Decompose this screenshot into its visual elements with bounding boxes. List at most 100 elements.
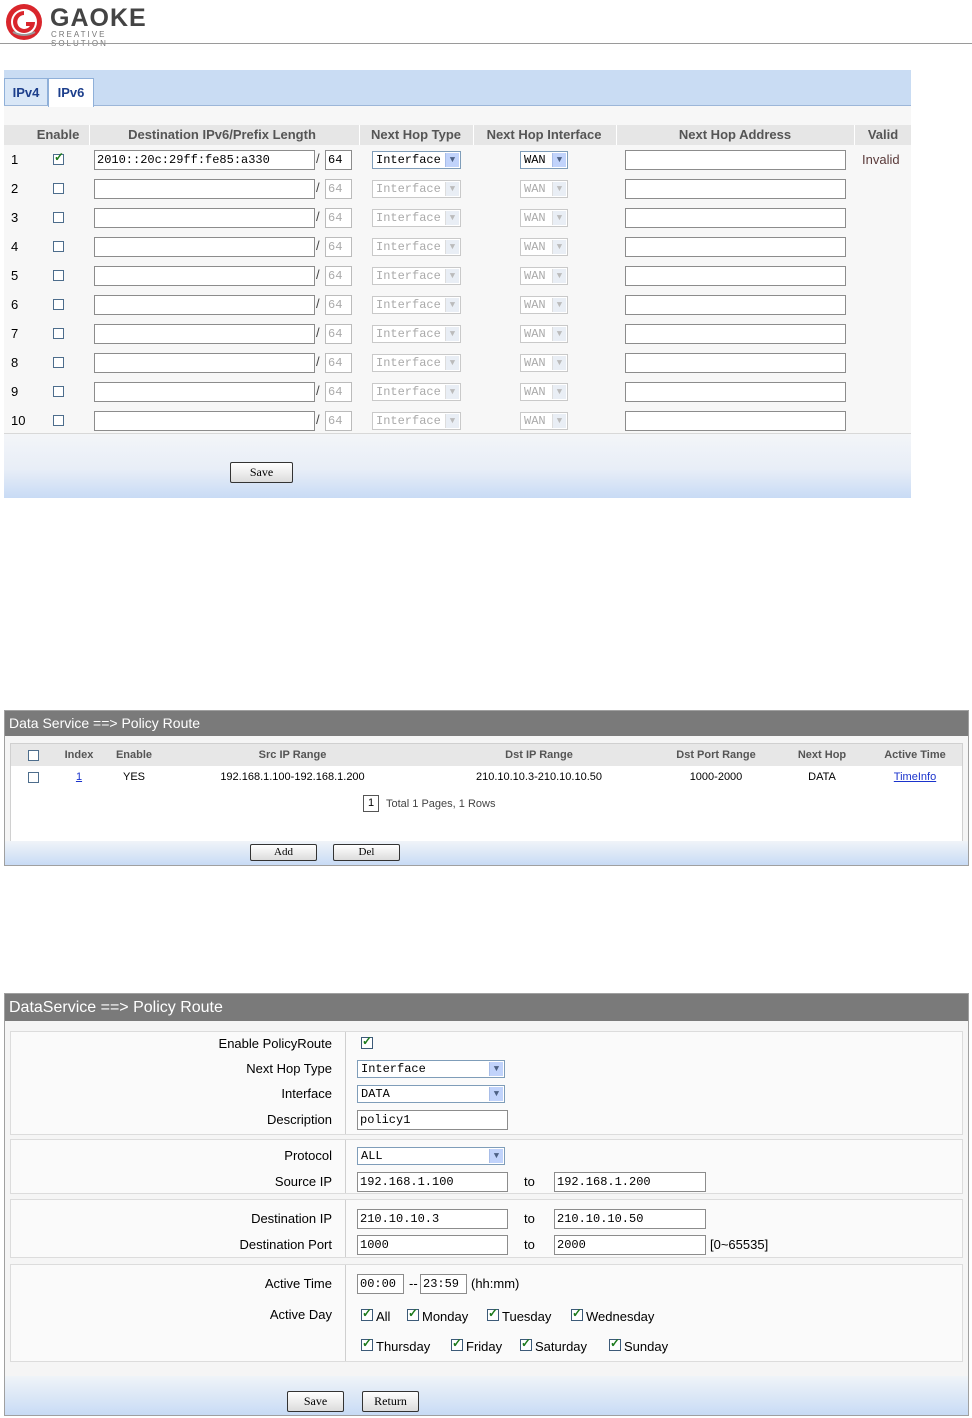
prefix-length-input[interactable]: 64 <box>325 237 352 257</box>
next-hop-address-input[interactable] <box>625 353 846 373</box>
next-hop-interface-select[interactable]: WAN ▼ <box>520 325 568 343</box>
next-hop-interface-select[interactable]: WAN ▼ <box>520 383 568 401</box>
next-hop-type-select[interactable]: Interface ▼ <box>372 325 461 343</box>
day-friday-checkbox[interactable] <box>451 1336 463 1351</box>
next-hop-address-input[interactable] <box>625 324 846 344</box>
day-all-checkbox[interactable] <box>361 1306 373 1321</box>
destination-ipv6-input[interactable] <box>94 382 315 402</box>
next-hop-interface-select[interactable]: WAN ▼ <box>520 354 568 372</box>
tab-ipv6[interactable]: IPv6 <box>48 78 94 107</box>
next-hop-type-select[interactable]: Interface ▼ <box>372 354 461 372</box>
destination-ipv6-input[interactable] <box>94 237 315 257</box>
row-number: 9 <box>11 384 19 399</box>
prefix-length-input[interactable]: 64 <box>325 295 352 315</box>
prefix-length-input[interactable]: 64 <box>325 411 352 431</box>
row-number: 4 <box>11 239 19 254</box>
row-time-info-link[interactable]: TimeInfo <box>868 771 962 783</box>
next-hop-interface-select[interactable]: WAN ▼ <box>520 151 568 169</box>
day-monday-checkbox[interactable] <box>407 1306 419 1321</box>
prefix-separator: / <box>316 325 320 340</box>
destination-ipv6-input[interactable] <box>94 411 315 431</box>
next-hop-type-select[interactable]: Interface ▼ <box>372 209 461 227</box>
enable-checkbox[interactable] <box>53 386 64 397</box>
next-hop-address-input[interactable] <box>625 411 846 431</box>
prefix-length-input[interactable]: 64 <box>325 266 352 286</box>
prefix-length-input[interactable]: 64 <box>325 353 352 373</box>
destination-ipv6-input[interactable] <box>94 266 315 286</box>
destination-ipv6-input[interactable]: 2010::20c:29ff:fe85:a330 <box>94 150 315 170</box>
prefix-length-input[interactable]: 64 <box>325 382 352 402</box>
enable-checkbox[interactable] <box>53 241 64 252</box>
day-tuesday-checkbox[interactable] <box>487 1306 499 1321</box>
chevron-down-icon: ▼ <box>552 356 566 370</box>
day-sunday-checkbox[interactable] <box>609 1336 621 1351</box>
next-hop-address-input[interactable] <box>625 150 846 170</box>
next-hop-interface-select[interactable]: WAN ▼ <box>520 412 568 430</box>
day-thursday-checkbox[interactable] <box>361 1336 373 1351</box>
destination-ip-to-input[interactable]: 210.10.10.50 <box>554 1209 706 1229</box>
active-time-from-input[interactable]: 00:00 <box>357 1274 404 1294</box>
next-hop-type-select[interactable]: Interface ▼ <box>372 383 461 401</box>
destination-ipv6-input[interactable] <box>94 179 315 199</box>
next-hop-interface-select[interactable]: WAN ▼ <box>520 209 568 227</box>
source-ip-to-input[interactable]: 192.168.1.200 <box>554 1172 706 1192</box>
active-time-to-input[interactable]: 23:59 <box>420 1274 467 1294</box>
next-hop-type-select[interactable]: Interface ▼ <box>372 267 461 285</box>
destination-ipv6-input[interactable] <box>94 208 315 228</box>
enable-checkbox[interactable] <box>53 150 64 165</box>
next-hop-address-input[interactable] <box>625 237 846 257</box>
enable-checkbox[interactable] <box>53 415 64 426</box>
enable-checkbox[interactable] <box>53 299 64 310</box>
destination-port-to-input[interactable]: 2000 <box>554 1235 706 1255</box>
prefix-length-input[interactable]: 64 <box>325 179 352 199</box>
destination-ipv6-input[interactable] <box>94 353 315 373</box>
enable-checkbox[interactable] <box>53 212 64 223</box>
prefix-length-input[interactable]: 64 <box>325 208 352 228</box>
return-button[interactable]: Return <box>362 1391 419 1412</box>
source-ip-from-input[interactable]: 192.168.1.100 <box>357 1172 508 1192</box>
chevron-down-icon: ▼ <box>445 211 459 225</box>
add-button[interactable]: Add <box>250 844 317 861</box>
pager-page-button[interactable]: 1 <box>363 795 379 812</box>
interface-select[interactable]: DATA ▼ <box>357 1085 505 1103</box>
next-hop-type-select[interactable]: Interface ▼ <box>372 238 461 256</box>
next-hop-address-input[interactable] <box>625 266 846 286</box>
tab-ipv4[interactable]: IPv4 <box>4 78 48 105</box>
next-hop-address-input[interactable] <box>625 295 846 315</box>
next-hop-address-input[interactable] <box>625 208 846 228</box>
row-index-link[interactable]: 1 <box>54 771 104 783</box>
description-input[interactable]: policy1 <box>357 1110 508 1130</box>
enable-policyroute-checkbox[interactable] <box>361 1034 373 1049</box>
next-hop-type-select[interactable]: Interface ▼ <box>372 151 461 169</box>
next-hop-address-input[interactable] <box>625 382 846 402</box>
enable-checkbox[interactable] <box>53 357 64 368</box>
port-range-hint: [0~65535] <box>710 1237 769 1252</box>
next-hop-interface-select[interactable]: WAN ▼ <box>520 180 568 198</box>
next-hop-type-select[interactable]: Interface ▼ <box>372 296 461 314</box>
destination-ipv6-input[interactable] <box>94 324 315 344</box>
chevron-down-icon: ▼ <box>445 298 459 312</box>
next-hop-interface-select[interactable]: WAN ▼ <box>520 238 568 256</box>
next-hop-address-input[interactable] <box>625 179 846 199</box>
next-hop-type-select[interactable]: Interface ▼ <box>372 180 461 198</box>
destination-port-from-input[interactable]: 1000 <box>357 1235 508 1255</box>
enable-checkbox[interactable] <box>53 270 64 281</box>
enable-checkbox[interactable] <box>53 328 64 339</box>
del-button[interactable]: Del <box>333 844 400 861</box>
next-hop-type-select[interactable]: Interface ▼ <box>372 412 461 430</box>
protocol-select[interactable]: ALL ▼ <box>357 1147 505 1165</box>
day-wednesday-checkbox[interactable] <box>571 1306 583 1321</box>
row-select-checkbox[interactable] <box>28 772 39 783</box>
save-button[interactable]: Save <box>230 462 293 483</box>
prefix-length-input[interactable]: 64 <box>325 324 352 344</box>
destination-ip-from-input[interactable]: 210.10.10.3 <box>357 1209 508 1229</box>
prefix-length-input[interactable]: 64 <box>325 150 352 170</box>
next-hop-interface-select[interactable]: WAN ▼ <box>520 296 568 314</box>
save-button[interactable]: Save <box>287 1391 344 1412</box>
next-hop-type-select[interactable]: Interface ▼ <box>357 1060 505 1078</box>
destination-ipv6-input[interactable] <box>94 295 315 315</box>
enable-checkbox[interactable] <box>53 183 64 194</box>
next-hop-interface-select[interactable]: WAN ▼ <box>520 267 568 285</box>
select-all-checkbox[interactable] <box>28 750 39 761</box>
day-saturday-checkbox[interactable] <box>520 1336 532 1351</box>
